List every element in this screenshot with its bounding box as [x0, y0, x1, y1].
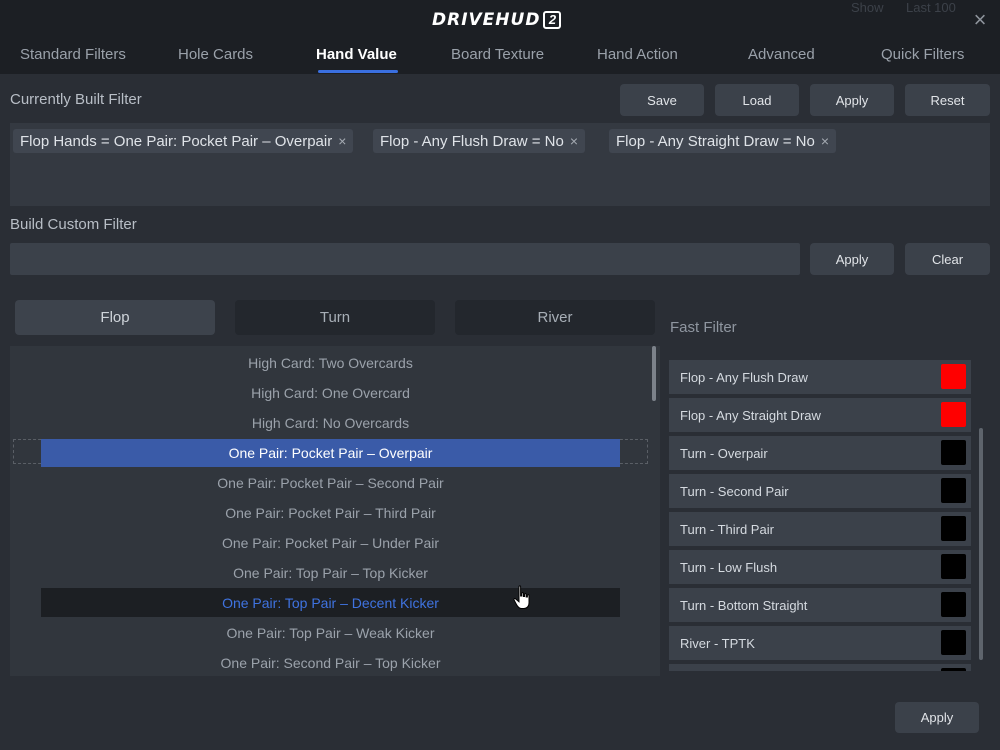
fast-filter-scrollbar[interactable] [979, 428, 983, 660]
fast-filter-label: Turn - Low Flush [680, 559, 778, 575]
filter-chip: Flop - Any Flush Draw = No × [373, 129, 586, 153]
fast-filter-item[interactable]: River - TPTK [669, 626, 971, 660]
list-item[interactable]: One Pair: Top Pair – Weak Kicker [41, 619, 620, 647]
custom-filter-title: Build Custom Filter [10, 216, 137, 233]
list-scrollbar[interactable] [652, 346, 656, 401]
street-tab-river[interactable]: River [455, 300, 655, 335]
fast-filter-label: Turn - Overpair [680, 445, 768, 461]
color-swatch[interactable] [941, 402, 966, 427]
clear-button[interactable]: Clear [905, 243, 990, 275]
fast-filter-item[interactable]: Turn - Third Pair [669, 512, 971, 546]
fast-filter-label: Flop - Any Flush Draw [680, 369, 808, 385]
fast-filter-label: River - TPTK [680, 635, 755, 651]
tab-quick-filters[interactable]: Quick Filters [881, 46, 964, 63]
apply-filter-button[interactable]: Apply [810, 84, 894, 116]
remove-chip-icon[interactable]: × [570, 133, 578, 149]
list-item[interactable]: High Card: No Overcards [41, 409, 620, 437]
title-bar: Show Last 100 DRIVEHUD 2 × [0, 0, 1000, 40]
list-item-selected[interactable]: One Pair: Pocket Pair – Overpair [41, 439, 620, 467]
load-button[interactable]: Load [715, 84, 799, 116]
color-swatch[interactable] [941, 554, 966, 579]
fast-filter-label: Turn - Second Pair [680, 483, 789, 499]
street-tab-flop[interactable]: Flop [15, 300, 215, 335]
fast-filter-list: Flop - Any Flush Draw Flop - Any Straigh… [669, 351, 971, 671]
fast-filter-label: Turn - Bottom Straight [680, 597, 808, 613]
close-icon[interactable]: × [970, 9, 990, 31]
filter-chip: Flop - Any Straight Draw = No × [609, 129, 837, 153]
fast-filter-item[interactable]: Turn - Overpair [669, 436, 971, 470]
tab-board-texture[interactable]: Board Texture [451, 46, 544, 63]
app-logo: DRIVEHUD 2 [432, 9, 562, 31]
filter-chip-label: Flop Hands = One Pair: Pocket Pair – Ove… [20, 132, 333, 150]
fast-filter-label: Turn - Third Pair [680, 521, 774, 537]
list-item[interactable]: High Card: Two Overcards [41, 349, 620, 377]
list-item[interactable]: One Pair: Pocket Pair – Under Pair [41, 529, 620, 557]
color-swatch[interactable] [941, 668, 966, 671]
fast-filter-item[interactable]: Turn - Bottom Straight [669, 588, 971, 622]
logo-text: DRIVEHUD [432, 10, 541, 30]
list-item[interactable]: One Pair: Top Pair – Top Kicker [41, 559, 620, 587]
tab-hand-action[interactable]: Hand Action [597, 46, 678, 63]
remove-chip-icon[interactable]: × [821, 133, 829, 149]
built-filter-area: Flop Hands = One Pair: Pocket Pair – Ove… [10, 123, 990, 206]
custom-apply-button[interactable]: Apply [810, 243, 894, 275]
save-button[interactable]: Save [620, 84, 704, 116]
list-item[interactable]: One Pair: Second Pair – Top Kicker [41, 649, 620, 676]
filter-tabs: Standard Filters Hole Cards Hand Value B… [0, 40, 1000, 74]
hand-value-list: High Card: Two Overcards High Card: One … [10, 346, 660, 676]
list-item[interactable]: One Pair: Pocket Pair – Third Pair [41, 499, 620, 527]
tab-hole-cards[interactable]: Hole Cards [178, 46, 253, 63]
color-swatch[interactable] [941, 478, 966, 503]
color-swatch[interactable] [941, 592, 966, 617]
fast-filter-title: Fast Filter [670, 319, 737, 336]
built-filter-title: Currently Built Filter [10, 91, 142, 108]
list-item[interactable]: High Card: One Overcard [41, 379, 620, 407]
list-item-hovered[interactable]: One Pair: Top Pair – Decent Kicker [41, 588, 620, 617]
color-swatch[interactable] [941, 440, 966, 465]
fast-filter-item[interactable]: Flop - Any Flush Draw [669, 360, 971, 394]
tab-standard-filters[interactable]: Standard Filters [20, 46, 126, 63]
tab-hand-value[interactable]: Hand Value [316, 46, 397, 63]
fast-filter-item[interactable]: Turn - Second Pair [669, 474, 971, 508]
reset-button[interactable]: Reset [905, 84, 990, 116]
color-swatch[interactable] [941, 630, 966, 655]
list-item[interactable]: One Pair: Pocket Pair – Second Pair [41, 469, 620, 497]
tab-advanced[interactable]: Advanced [748, 46, 815, 63]
filter-chip-label: Flop - Any Straight Draw = No [616, 132, 815, 150]
active-tab-indicator [318, 70, 398, 73]
background-last-label: Last 100 [906, 0, 956, 15]
footer-apply-button[interactable]: Apply [895, 702, 979, 733]
fast-filter-item[interactable]: Flop - Any Straight Draw [669, 398, 971, 432]
fast-filter-label: Flop - Any Straight Draw [680, 407, 821, 423]
filter-chip: Flop Hands = One Pair: Pocket Pair – Ove… [13, 129, 354, 153]
remove-chip-icon[interactable]: × [338, 133, 346, 149]
fast-filter-item[interactable]: Turn - Low Flush [669, 550, 971, 584]
street-tab-turn[interactable]: Turn [235, 300, 435, 335]
fast-filter-item[interactable] [669, 664, 971, 671]
filter-chip-label: Flop - Any Flush Draw = No [380, 132, 564, 150]
color-swatch[interactable] [941, 516, 966, 541]
logo-badge: 2 [543, 11, 562, 29]
custom-filter-input[interactable] [10, 243, 800, 275]
background-show-label: Show [851, 0, 884, 15]
color-swatch[interactable] [941, 364, 966, 389]
